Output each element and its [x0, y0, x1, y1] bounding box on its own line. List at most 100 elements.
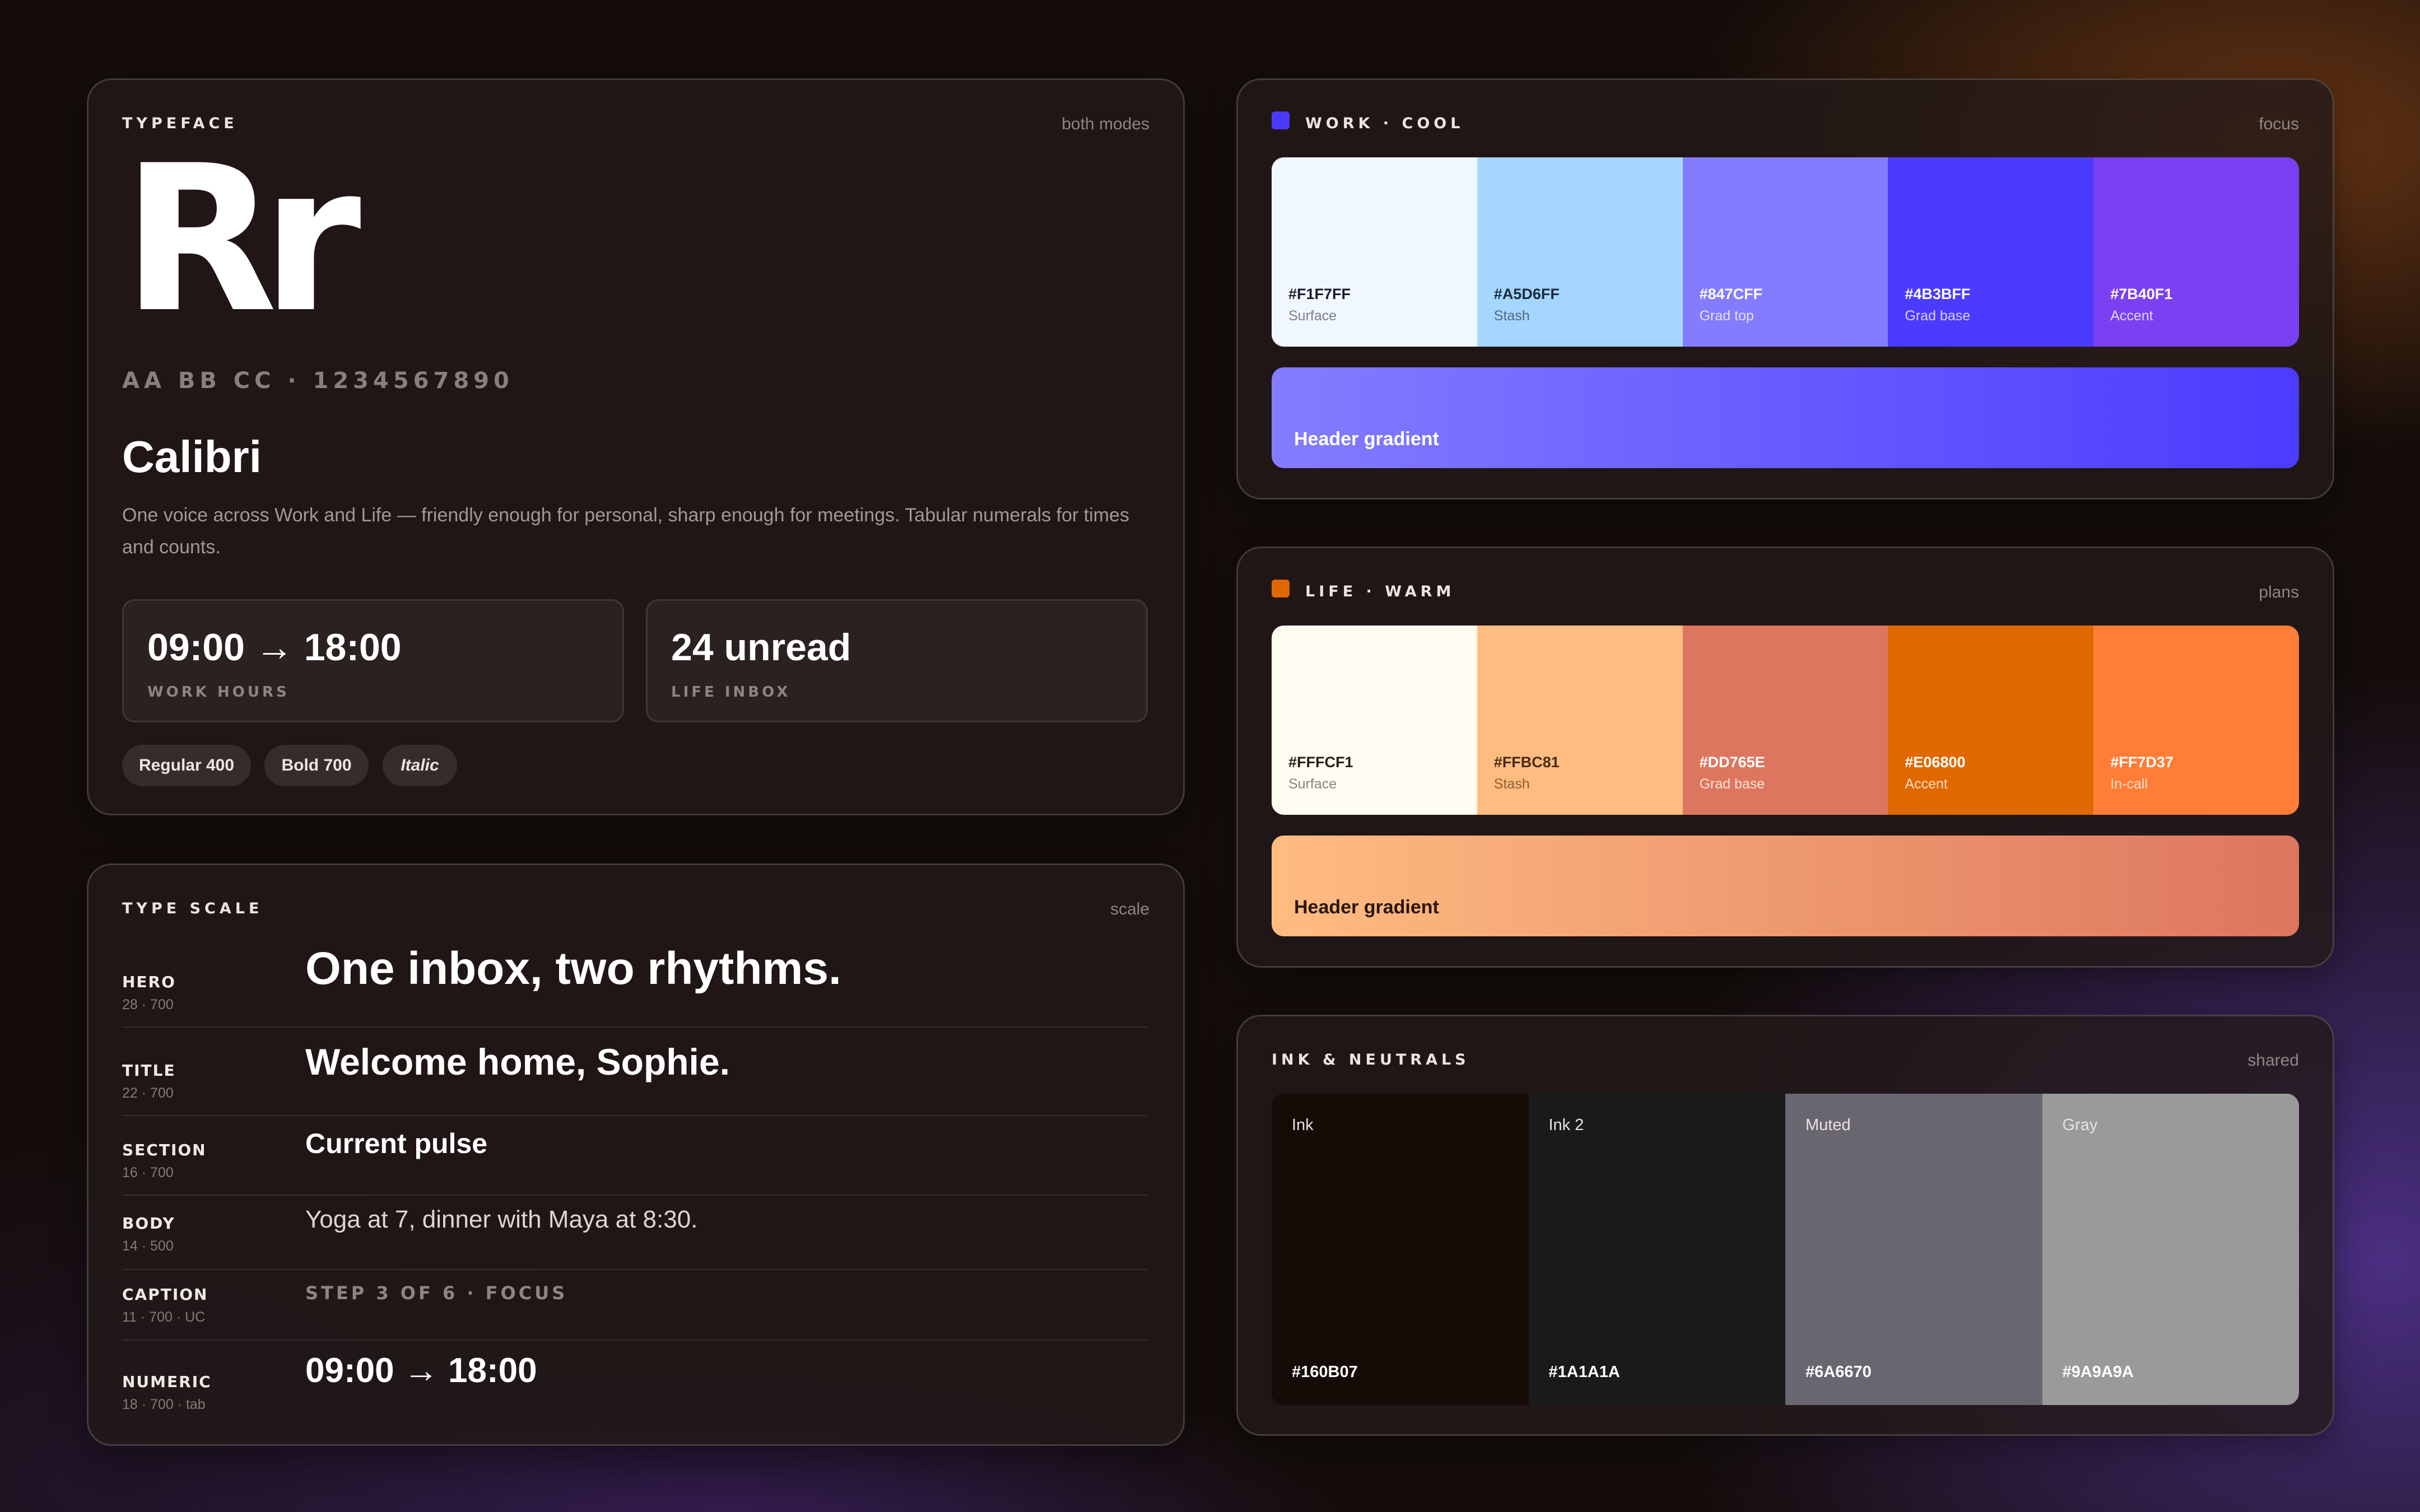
swatch-muted[interactable]: Muted #6A6670	[1785, 1094, 2042, 1405]
swatch-hex: #E06800	[1905, 754, 1966, 771]
type-scale-meta: scale	[1110, 900, 1150, 918]
scale-row-label: HERO	[122, 973, 176, 991]
neutrals-swatch-strip: Ink #160B07 Ink 2 #1A1A1A Muted #6A6670 …	[1272, 1094, 2299, 1405]
weight-pill-italic[interactable]: Italic	[383, 745, 457, 786]
work-eyebrow: WORK · COOL	[1305, 115, 1464, 132]
swatch-accent[interactable]: #7B40F1 Accent	[2093, 157, 2299, 347]
neutrals-card: INK & NEUTRALS shared Ink #160B07 Ink 2 …	[1236, 1015, 2334, 1436]
swatch-name: Gray	[2062, 1116, 2098, 1134]
scale-row-sample: Current pulse	[305, 1128, 488, 1159]
swatch-name: Grad base	[1699, 776, 1765, 792]
swatch-hex: #DD765E	[1699, 754, 1765, 771]
neutrals-meta: shared	[2247, 1051, 2299, 1070]
swatch-surface[interactable]: #F1F7FF Surface	[1272, 157, 1477, 347]
type-scale-header: TYPE SCALE scale	[122, 900, 1150, 922]
swatch-hex: #FFBC81	[1493, 754, 1560, 771]
stat-label: LIFE INBOX	[671, 684, 791, 701]
swatch-hex: #9A9A9A	[2062, 1363, 2134, 1381]
stat-label: WORK HOURS	[147, 684, 290, 701]
stat-work-hours: 09:00 → 18:00 WORK HOURS	[122, 599, 624, 722]
scale-row-spec: 18 · 700 · tab	[122, 1397, 206, 1412]
swatch-name: Surface	[1288, 776, 1337, 792]
swatch-hex: #FF7D37	[2110, 754, 2174, 771]
scale-row-spec: 28 · 700	[122, 997, 174, 1012]
swatch-name: Grad base	[1905, 308, 1971, 324]
neutrals-header: INK & NEUTRALS shared	[1272, 1051, 2299, 1074]
typeface-charset: AA BB CC · 1234567890	[122, 368, 514, 394]
row-divider	[122, 1115, 1147, 1116]
scale-row-sample: One inbox, two rhythms.	[305, 943, 841, 994]
swatch-in-call[interactable]: #FF7D37 In-call	[2093, 626, 2299, 815]
row-divider	[122, 1269, 1147, 1270]
swatch-stash[interactable]: #A5D6FF Stash	[1477, 157, 1683, 347]
life-color-dot	[1272, 580, 1290, 598]
scale-row-label: SECTION	[122, 1141, 207, 1159]
work-meta: focus	[2259, 115, 2299, 133]
swatch-stash[interactable]: #FFBC81 Stash	[1477, 626, 1683, 815]
swatch-name: Surface	[1288, 308, 1337, 324]
neutrals-eyebrow: INK & NEUTRALS	[1272, 1051, 1470, 1068]
scale-row-spec: 14 · 500	[122, 1238, 174, 1254]
gradient-label: Header gradient	[1294, 428, 1439, 450]
scale-row-label: TITLE	[122, 1061, 176, 1080]
scale-row-sample: STEP 3 OF 6 · FOCUS	[305, 1282, 568, 1304]
scale-row-label: NUMERIC	[122, 1373, 212, 1391]
swatch-name: Stash	[1493, 776, 1530, 792]
work-palette-card: WORK · COOL focus #F1F7FF Surface #A5D6F…	[1236, 78, 2334, 500]
swatch-hex: #160B07	[1292, 1363, 1358, 1381]
swatch-name: In-call	[2110, 776, 2148, 792]
swatch-hex: #F1F7FF	[1288, 286, 1351, 302]
work-header-gradient: Header gradient	[1272, 367, 2299, 468]
swatch-ink-2[interactable]: Ink 2 #1A1A1A	[1528, 1094, 1785, 1405]
stat-life-inbox: 24 unread LIFE INBOX	[646, 599, 1148, 722]
swatch-ink[interactable]: Ink #160B07	[1272, 1094, 1529, 1405]
weight-pill-regular[interactable]: Regular 400	[122, 745, 251, 786]
swatch-name: Stash	[1493, 308, 1530, 324]
work-swatch-strip: #F1F7FF Surface #A5D6FF Stash #847CFF Gr…	[1272, 157, 2299, 347]
scale-row-sample: 09:00 → 18:00	[305, 1351, 537, 1390]
swatch-grad-top[interactable]: #847CFF Grad top	[1682, 157, 1888, 347]
swatch-hex: #7B40F1	[2110, 286, 2173, 302]
life-swatch-strip: #FFFCF1 Surface #FFBC81 Stash #DD765E Gr…	[1272, 626, 2299, 815]
life-palette-header: LIFE · WARM plans	[1272, 580, 2299, 605]
scale-row-label: CAPTION	[122, 1285, 208, 1304]
weight-pill-bold[interactable]: Bold 700	[264, 745, 369, 786]
row-divider	[122, 1194, 1147, 1196]
swatch-hex: #1A1A1A	[1548, 1363, 1620, 1381]
type-scale-eyebrow: TYPE SCALE	[122, 900, 263, 917]
typeface-description: One voice across Work and Life — friendl…	[122, 505, 1129, 558]
swatch-hex: #A5D6FF	[1493, 286, 1560, 302]
scale-row-label: BODY	[122, 1214, 175, 1233]
typeface-specimen: Rr	[122, 122, 361, 357]
swatch-grad-base[interactable]: #4B3BFF Grad base	[1888, 157, 2094, 347]
work-palette-header: WORK · COOL focus	[1272, 111, 2299, 137]
scale-row-sample: Yoga at 7, dinner with Maya at 8:30.	[305, 1206, 698, 1233]
swatch-surface[interactable]: #FFFCF1 Surface	[1272, 626, 1477, 815]
swatch-name: Ink	[1292, 1116, 1314, 1134]
swatch-hex: #847CFF	[1699, 286, 1763, 302]
swatch-gray[interactable]: Gray #9A9A9A	[2042, 1094, 2299, 1405]
life-palette-card: LIFE · WARM plans #FFFCF1 Surface #FFBC8…	[1236, 547, 2334, 968]
swatch-name: Muted	[1805, 1116, 1851, 1134]
swatch-grad-base[interactable]: #DD765E Grad base	[1682, 626, 1888, 815]
work-color-dot	[1272, 111, 1290, 129]
stat-value: 09:00 → 18:00	[147, 626, 402, 669]
typeface-meta: both modes	[1062, 115, 1150, 133]
row-divider	[122, 1340, 1147, 1341]
swatch-hex: #FFFCF1	[1288, 754, 1353, 771]
stat-value: 24 unread	[671, 626, 851, 669]
typeface-name: Calibri	[122, 432, 262, 482]
row-divider	[122, 1026, 1147, 1028]
scale-row-spec: 11 · 700 · UC	[122, 1309, 206, 1325]
swatch-name: Accent	[2110, 308, 2153, 324]
scale-row-spec: 16 · 700	[122, 1165, 174, 1180]
swatch-name: Grad top	[1699, 308, 1754, 324]
swatch-hex: #4B3BFF	[1905, 286, 1971, 302]
life-meta: plans	[2259, 583, 2299, 601]
swatch-hex: #6A6670	[1805, 1363, 1872, 1381]
swatch-accent[interactable]: #E06800 Accent	[1888, 626, 2094, 815]
gradient-label: Header gradient	[1294, 897, 1439, 918]
life-eyebrow: LIFE · WARM	[1305, 583, 1455, 600]
scale-row-sample: Welcome home, Sophie.	[305, 1041, 730, 1082]
swatch-name: Ink 2	[1548, 1116, 1584, 1134]
